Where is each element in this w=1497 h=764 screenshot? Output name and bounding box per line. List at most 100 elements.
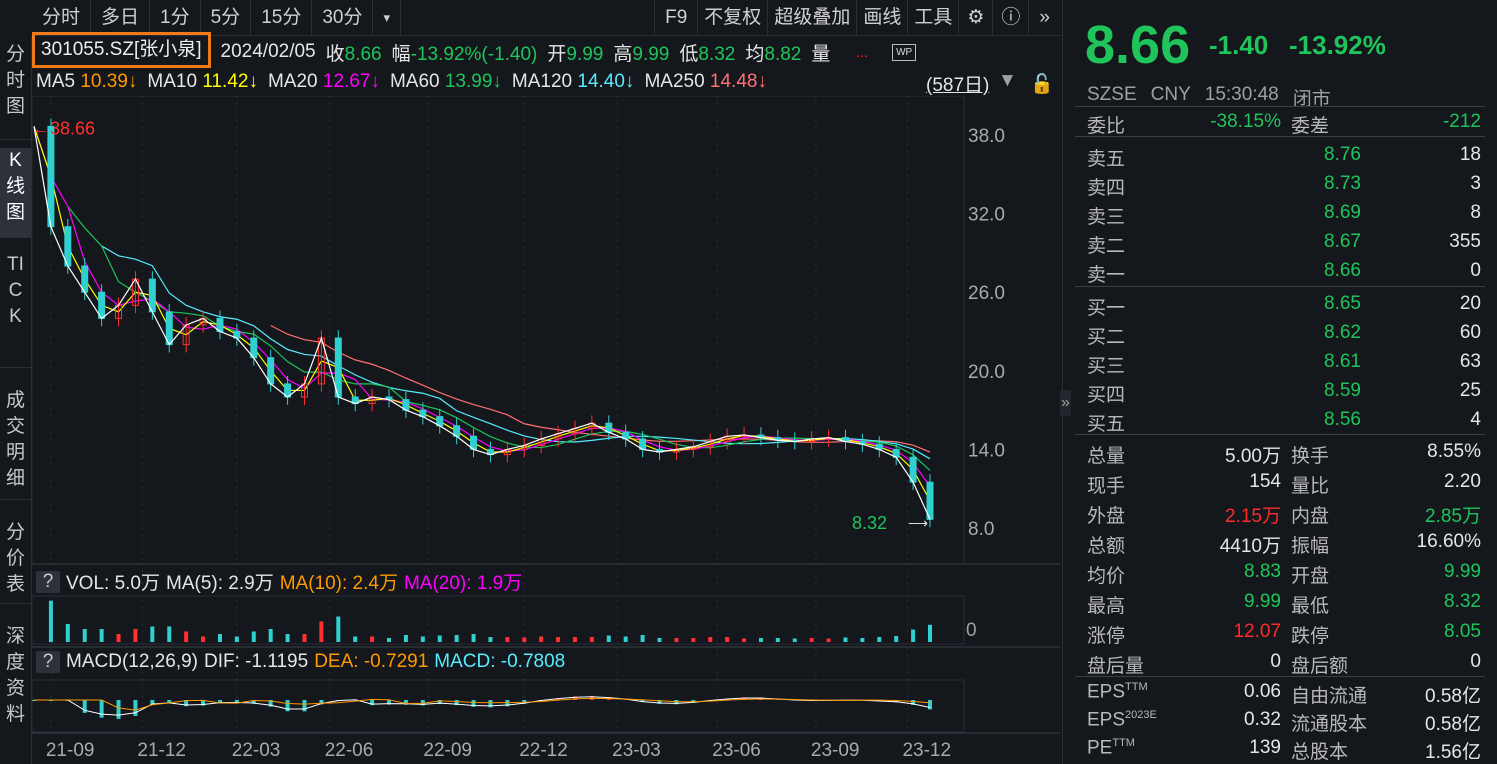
- stat-row: 总额 4410万 振幅 16.60%: [1087, 529, 1481, 558]
- stat-row: 最高 9.99 最低 8.32: [1087, 589, 1481, 618]
- f9-button[interactable]: F9: [654, 0, 699, 36]
- vol-ma20: MA(20): 1.9万: [403, 573, 523, 594]
- volume-bar: [691, 638, 696, 642]
- bid-price: 8.56: [1324, 409, 1361, 430]
- volume-bar: [302, 634, 307, 642]
- volume-bar: [843, 637, 848, 642]
- stat-value: 8.05: [1444, 621, 1481, 642]
- ma-name: MA5: [36, 71, 76, 92]
- volume-bar: [911, 629, 916, 642]
- vol-ma10: MA(10): 2.4万: [279, 573, 398, 594]
- volume-bar: [82, 629, 87, 642]
- ask-price: 8.67: [1324, 231, 1361, 252]
- macd-help-button[interactable]: ?: [36, 651, 60, 673]
- volume-bar: [505, 637, 510, 642]
- volume-bar: [623, 636, 628, 642]
- volume-bar: [370, 636, 375, 642]
- volume-bar: [742, 638, 747, 642]
- volume-bar: [556, 637, 561, 642]
- ma-value: 14.48↓: [709, 71, 767, 92]
- macd-value: MACD: -0.7808: [434, 651, 566, 672]
- stat-label: 均价: [1087, 566, 1126, 587]
- bid-volume: 4: [1470, 409, 1481, 430]
- stat-label: 外盘: [1087, 506, 1126, 527]
- bid-label: 买一: [1087, 298, 1126, 319]
- time-axis-label: 22-06: [325, 740, 374, 761]
- stat-label: 涨停: [1087, 626, 1126, 647]
- tab-5min[interactable]: 5分: [201, 0, 252, 36]
- ask-volume: 355: [1449, 231, 1481, 252]
- tab-trade-detail[interactable]: 成交明细: [0, 388, 31, 500]
- period-more-dropdown[interactable]: ▾: [373, 0, 401, 36]
- volume-bar: [894, 636, 899, 642]
- lock-icon[interactable]: 🔓: [1030, 72, 1054, 96]
- tab-price-table[interactable]: 分价表: [0, 520, 31, 604]
- tab-1min[interactable]: 1分: [150, 0, 201, 36]
- last-price: 8.66: [1085, 15, 1191, 75]
- stat-value: 2.15万: [1225, 506, 1281, 527]
- tab-intraday[interactable]: 分时: [32, 0, 92, 36]
- volume-bar: [133, 629, 138, 642]
- scroll-triangle-icon[interactable]: ▼: [998, 70, 1017, 92]
- tab-30min[interactable]: 30分: [312, 0, 374, 36]
- macd-bar: [285, 700, 290, 712]
- collapse-icon[interactable]: »: [1029, 0, 1060, 36]
- bid-price: 8.61: [1324, 351, 1361, 372]
- price-axis-label: 26.0: [968, 283, 1005, 304]
- ma-legend: MA5 10.39↓ MA10 11.42↓ MA20 12.67↓ MA60 13.…: [36, 68, 767, 96]
- volume-bar: [488, 637, 493, 642]
- left-tabs: 分时图 K线图 TICK 成交明细 分价表 深度资料: [0, 36, 32, 764]
- tab-15min[interactable]: 15分: [251, 0, 313, 36]
- ma-value: 13.99↓: [444, 71, 502, 92]
- adjust-button[interactable]: 不复权: [698, 0, 769, 36]
- ma-value: 14.40↓: [577, 71, 635, 92]
- volume-legend: ? VOL: 5.0万 MA(5): 2.9万 MA(10): 2.4万 MA(…: [36, 568, 522, 595]
- help-icon[interactable]: ⓘ: [993, 0, 1030, 36]
- tab-multiday[interactable]: 多日: [91, 0, 151, 36]
- expand-panel-button[interactable]: »: [1060, 390, 1071, 416]
- stat-value: 0: [1270, 651, 1281, 672]
- ma-value: 10.39↓: [80, 71, 138, 92]
- low-value: 8.32: [698, 43, 736, 65]
- volume-bar: [877, 637, 882, 642]
- volume-help-button[interactable]: ?: [36, 570, 60, 593]
- ma-item: MA5 10.39↓: [36, 71, 137, 93]
- stock-code[interactable]: 301055.SZ[张小泉]: [32, 32, 211, 68]
- high-label: 高: [613, 43, 633, 65]
- bid-label: 买五: [1087, 414, 1126, 435]
- ask-volume: 8: [1470, 202, 1481, 223]
- weibi-value: -38.15%: [1210, 111, 1281, 132]
- weicha-value: -212: [1442, 111, 1481, 132]
- more-info-button[interactable]: ...: [856, 44, 868, 60]
- ma-item: MA250 14.48↓: [644, 71, 767, 93]
- tab-time-chart[interactable]: 分时图: [0, 42, 31, 140]
- min-arrow: ⟶: [908, 515, 928, 531]
- wp-icon[interactable]: WP: [892, 43, 917, 61]
- stat-label: 总额: [1087, 536, 1126, 557]
- overlay-button[interactable]: 超级叠加: [768, 0, 858, 36]
- stat-label: 内盘: [1291, 506, 1330, 527]
- volume-bar: [420, 636, 425, 642]
- fund-value: 0.58亿: [1425, 686, 1481, 707]
- volume-bar: [353, 636, 358, 642]
- macd-dea: DEA: -0.7291: [314, 651, 429, 672]
- tab-kline[interactable]: K线图: [0, 148, 31, 238]
- quote-panel: 8.66 -1.40 -13.92% SZSE CNY 15:30:48 闭市 …: [1060, 0, 1497, 764]
- time-axis-label: 23-12: [902, 740, 951, 761]
- stat-value: 9.99: [1244, 591, 1281, 612]
- volume-bar: [234, 636, 239, 642]
- tab-depth[interactable]: 深度资料: [0, 624, 31, 736]
- draw-button[interactable]: 画线: [857, 0, 909, 36]
- stat-value: 9.99: [1444, 561, 1481, 582]
- open-value: 9.99: [566, 43, 604, 65]
- days-count[interactable]: (587日): [926, 70, 989, 97]
- tools-button[interactable]: 工具: [908, 0, 960, 36]
- bid-row: 买四 8.59 25: [1087, 378, 1481, 407]
- fund-label-sup: TTM: [1125, 681, 1148, 693]
- bid-label: 买二: [1087, 327, 1126, 348]
- ask-row: 卖三 8.69 8: [1087, 200, 1481, 229]
- gear-icon[interactable]: ⚙: [959, 0, 994, 36]
- fund-label: 总股本: [1291, 742, 1349, 763]
- tab-tick[interactable]: TICK: [0, 252, 31, 368]
- stat-label: 现手: [1087, 476, 1126, 497]
